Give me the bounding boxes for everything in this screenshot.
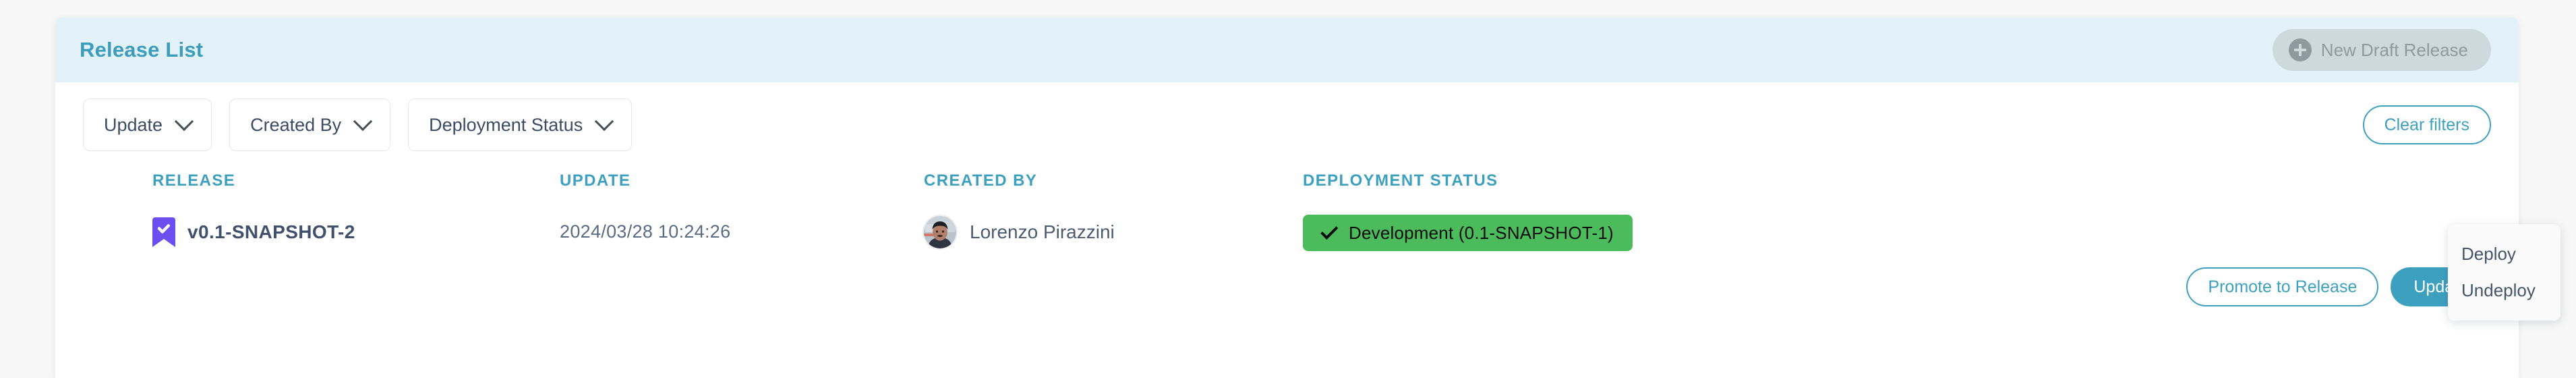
release-cell: v0.1-SNAPSHOT-2: [152, 217, 355, 247]
bookmark-check-icon: [152, 217, 175, 247]
table-header-row: RELEASE UPDATE CREATED BY DEPLOYMENT STA…: [55, 171, 2519, 198]
chevron-down-icon: [174, 111, 194, 132]
plus-circle-icon: [2288, 38, 2312, 61]
filter-update-label: Update: [104, 114, 163, 135]
column-header-release: RELEASE: [152, 171, 236, 190]
page-title: Release List: [80, 38, 204, 61]
row-action-buttons: Promote to Release Update: [2186, 267, 2491, 306]
filter-update[interactable]: Update: [83, 99, 212, 151]
deploy-actions-menu: Deploy Undeploy: [2448, 224, 2560, 321]
column-header-created-by: CREATED BY: [924, 171, 1038, 190]
menu-item-undeploy[interactable]: Undeploy: [2448, 273, 2560, 309]
table-row: v0.1-SNAPSHOT-2 2024/03/28 10:24:26 Lore…: [55, 215, 2519, 265]
release-update-timestamp: 2024/03/28 10:24:26: [560, 221, 731, 242]
filter-group: Update Created By Deployment Status: [83, 99, 633, 151]
promote-to-release-button[interactable]: Promote to Release: [2186, 267, 2379, 306]
filter-created-by[interactable]: Created By: [229, 99, 391, 151]
release-list-card: Release List New Draft Release Update Cr…: [55, 18, 2519, 378]
clear-filters-button[interactable]: Clear filters: [2362, 105, 2491, 144]
release-table: RELEASE UPDATE CREATED BY DEPLOYMENT STA…: [55, 171, 2519, 306]
status-badge[interactable]: Development (0.1-SNAPSHOT-1): [1303, 215, 1633, 251]
chevron-down-icon: [353, 111, 373, 132]
menu-item-deploy[interactable]: Deploy: [2448, 236, 2560, 273]
deployment-status-cell: Development (0.1-SNAPSHOT-1): [1303, 215, 1633, 251]
filter-deployment-status-label: Deployment Status: [429, 114, 583, 135]
new-draft-release-button[interactable]: New Draft Release: [2272, 29, 2491, 71]
column-header-update: UPDATE: [560, 171, 631, 190]
card-header: Release List New Draft Release: [55, 18, 2519, 82]
avatar: [924, 216, 956, 248]
check-icon: [1320, 221, 1339, 240]
filter-created-by-label: Created By: [250, 114, 342, 135]
filter-bar: Update Created By Deployment Status Clea…: [55, 82, 2519, 163]
chevron-down-icon: [595, 111, 614, 132]
status-badge-label: Development (0.1-SNAPSHOT-1): [1349, 222, 1614, 243]
column-header-deployment-status: DEPLOYMENT STATUS: [1303, 171, 1498, 190]
new-draft-release-label: New Draft Release: [2320, 39, 2468, 60]
filter-deployment-status[interactable]: Deployment Status: [408, 99, 633, 151]
created-by-cell: Lorenzo Pirazzini: [924, 216, 1115, 248]
creator-name: Lorenzo Pirazzini: [970, 221, 1115, 242]
release-name[interactable]: v0.1-SNAPSHOT-2: [187, 221, 355, 243]
